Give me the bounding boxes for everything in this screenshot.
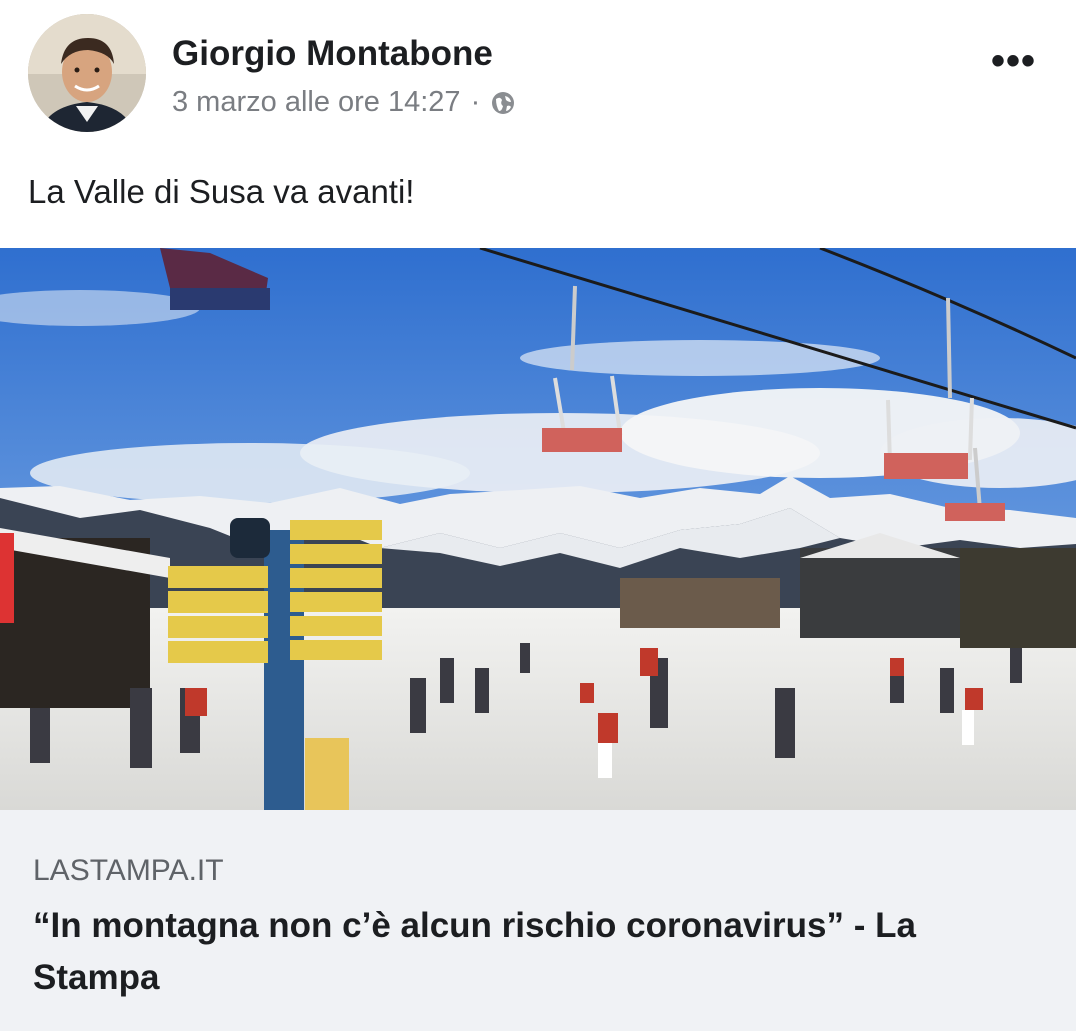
link-preview-image[interactable] <box>0 248 1076 810</box>
link-title[interactable]: “In montagna non c’è alcun rischio coron… <box>33 900 1033 1004</box>
post-text: La Valle di Susa va avanti! <box>28 173 415 210</box>
post-meta: 3 marzo alle ore 14:27 · <box>172 86 516 119</box>
avatar-image <box>28 14 146 132</box>
more-options-icon[interactable]: ••• <box>991 41 1036 81</box>
link-domain: LASTAMPA.IT <box>33 854 224 887</box>
facebook-post: Giorgio Montabone 3 marzo alle ore 14:27… <box>0 0 1076 1031</box>
link-preview-card[interactable]: LASTAMPA.IT “In montagna non c’è alcun r… <box>0 810 1076 1031</box>
avatar[interactable] <box>28 14 146 132</box>
post-timestamp[interactable]: 3 marzo alle ore 14:27 <box>172 86 461 119</box>
author-name[interactable]: Giorgio Montabone <box>172 34 493 74</box>
meta-separator: · <box>470 86 481 118</box>
globe-icon[interactable] <box>490 90 516 116</box>
